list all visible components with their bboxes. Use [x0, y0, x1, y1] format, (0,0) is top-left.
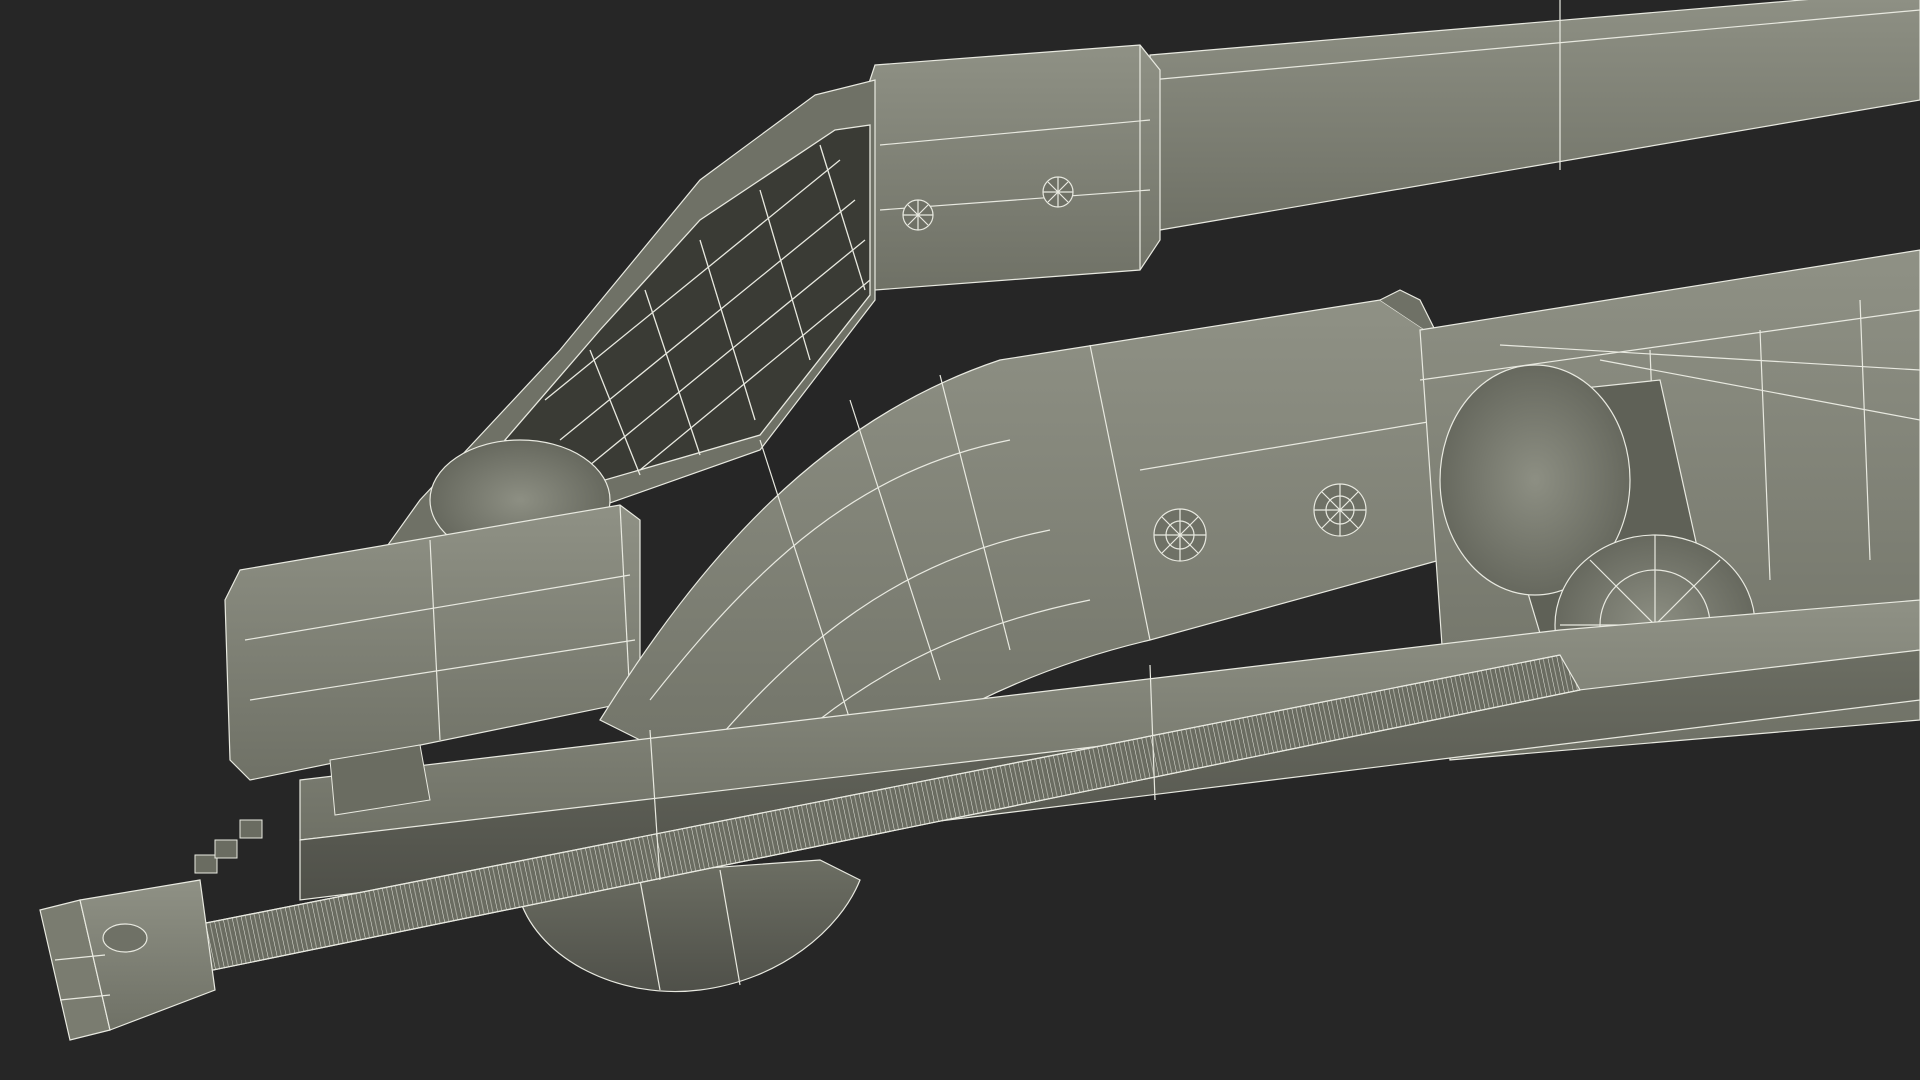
- wireframe-scene: [39, 0, 1920, 1041]
- bolt-icon: [1042, 176, 1074, 208]
- bolt-icon: [902, 199, 934, 231]
- render-viewport: [0, 0, 1920, 1080]
- grille: [503, 124, 871, 481]
- upper-bar-top: [1149, 0, 1920, 231]
- bolt-icon: [1313, 483, 1367, 537]
- upper-collar: [864, 44, 1161, 291]
- lower-housing: [224, 504, 641, 781]
- rail-end-cap: [39, 879, 216, 1041]
- bolt-icon: [1153, 508, 1207, 562]
